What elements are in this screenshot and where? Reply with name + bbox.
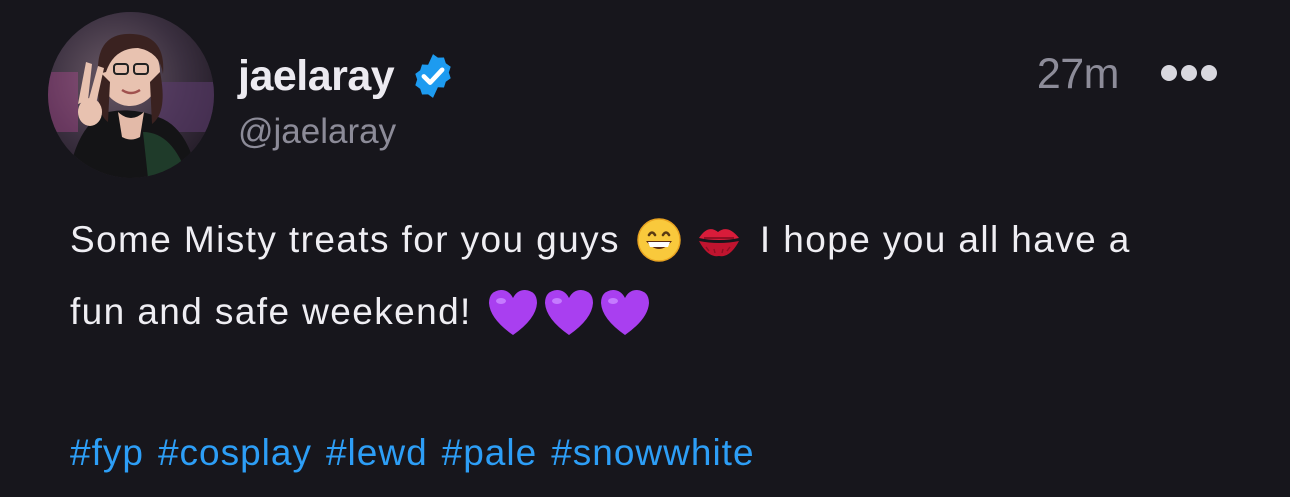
post-line-1: Some Misty treats for you guys I hope yo… (70, 204, 1250, 276)
hashtag-list: #fyp #cosplay #lewd #pale #snowwhite (70, 432, 755, 474)
hashtag-link[interactable]: #lewd (326, 432, 428, 474)
post-text-segment: I hope you all have a (759, 219, 1131, 260)
hashtag-link[interactable]: #pale (442, 432, 538, 474)
purple-heart-icon (598, 287, 652, 337)
hashtag-link[interactable]: #snowwhite (551, 432, 754, 474)
post-body: Some Misty treats for you guys I hope yo… (70, 204, 1250, 348)
avatar[interactable] (48, 12, 214, 178)
post-timestamp: 27m (1036, 50, 1120, 98)
grinning-face-icon (636, 217, 682, 263)
hashtag-link[interactable]: #fyp (70, 432, 144, 474)
display-name[interactable]: jaelaray (238, 52, 395, 101)
kiss-mark-icon (696, 220, 742, 260)
post-card: jaelaray @jaelaray 27m Some Misty treats… (0, 0, 1290, 497)
purple-heart-icon (542, 287, 596, 337)
more-options-icon[interactable] (1157, 60, 1221, 86)
user-handle[interactable]: @jaelaray (238, 112, 396, 152)
purple-heart-icon (486, 287, 540, 337)
avatar-photo (48, 12, 214, 178)
name-row: jaelaray (238, 48, 458, 104)
post-text-segment: fun and safe weekend! (70, 291, 472, 332)
post-text-segment: Some Misty treats for you guys (70, 219, 620, 260)
post-line-2: fun and safe weekend! (70, 276, 1250, 348)
verified-badge-icon (408, 51, 458, 101)
hashtag-link[interactable]: #cosplay (158, 432, 312, 474)
